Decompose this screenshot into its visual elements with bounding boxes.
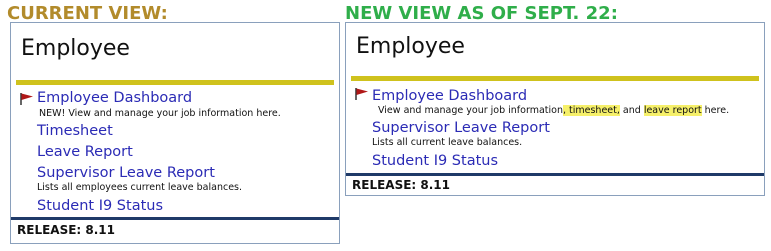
flag-icon <box>355 88 368 100</box>
employee-dashboard-link[interactable]: Employee Dashboard <box>372 88 527 105</box>
release-label: RELEASE: 8.11 <box>352 178 450 192</box>
panel-title: Employee <box>356 34 465 59</box>
leave-report-link[interactable]: Leave Report <box>37 144 133 161</box>
current-view-panel: Employee Employee Dashboard NEW! View an… <box>10 22 340 244</box>
supervisor-leave-report-link[interactable]: Supervisor Leave Report <box>37 165 215 182</box>
supervisor-leave-report-link[interactable]: Supervisor Leave Report <box>372 120 550 137</box>
new-view-heading: NEW VIEW AS OF SEPT. 22: <box>345 3 618 24</box>
navy-divider <box>11 217 339 220</box>
panel-title: Employee <box>21 36 130 61</box>
current-view-heading: CURRENT VIEW: <box>7 3 168 24</box>
description-text: here. <box>701 105 730 116</box>
flag-icon <box>20 93 33 105</box>
highlight-timesheet: , timesheet, <box>562 105 620 116</box>
employee-dashboard-description: View and manage your job information, ti… <box>372 105 729 117</box>
employee-dashboard-link[interactable]: Employee Dashboard <box>37 90 192 107</box>
yellow-divider <box>351 76 759 81</box>
supervisor-leave-report-description: Lists all current leave balances. <box>372 137 523 148</box>
new-view-panel: Employee Employee Dashboard View and man… <box>345 22 765 196</box>
employee-dashboard-description: NEW! View and manage your job informatio… <box>39 108 281 119</box>
supervisor-leave-report-description: Lists all employees current leave balanc… <box>37 182 243 193</box>
description-text: View and manage your job information <box>378 105 563 116</box>
timesheet-link[interactable]: Timesheet <box>37 123 113 140</box>
student-i9-status-link[interactable]: Student I9 Status <box>372 153 498 170</box>
description-text: and <box>619 105 644 116</box>
release-label: RELEASE: 8.11 <box>17 223 115 237</box>
highlight-leave-report: leave report <box>643 105 702 116</box>
yellow-divider <box>16 80 334 85</box>
navy-divider <box>346 173 764 176</box>
student-i9-status-link[interactable]: Student I9 Status <box>37 198 163 215</box>
